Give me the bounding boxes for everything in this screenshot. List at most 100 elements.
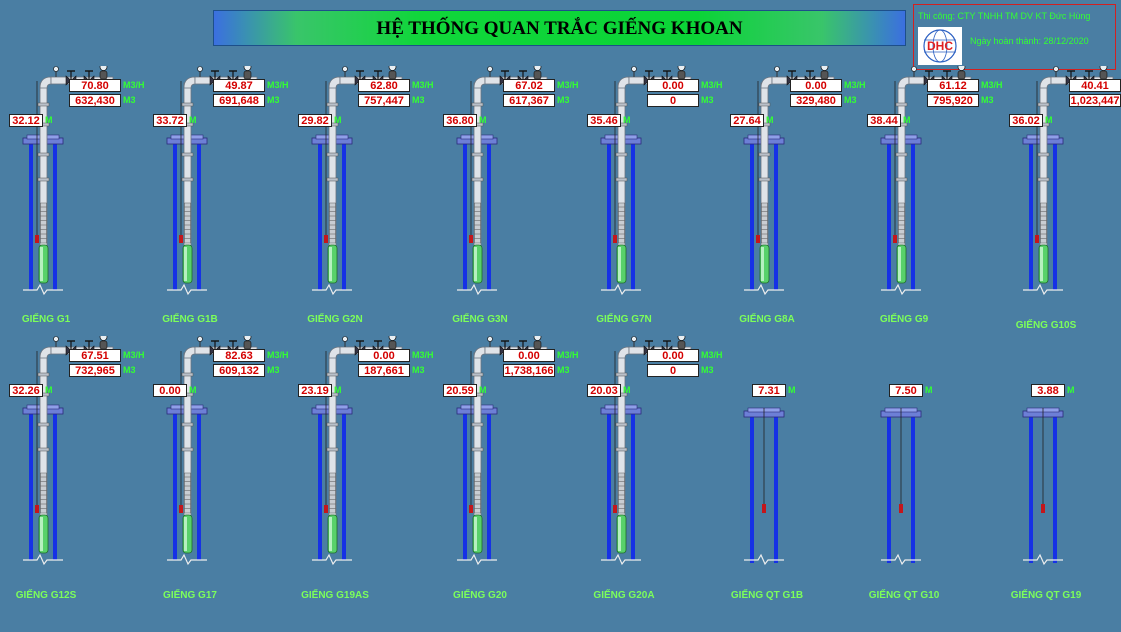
flow-rate-value: 0.00	[790, 79, 842, 92]
water-level-unit: M	[189, 115, 197, 125]
completion-date-text: Ngày hoàn thành: 28/12/2020	[970, 36, 1089, 46]
water-level-value: 20.03	[587, 384, 621, 397]
flow-rate-unit: M3/H	[701, 350, 723, 360]
well-name-label: GIẾNG QT G10	[868, 590, 940, 601]
total-volume-unit: M3	[557, 365, 570, 375]
flow-rate-unit: M3/H	[123, 80, 145, 90]
water-level-unit: M	[45, 385, 53, 395]
flow-rate-value: 70.80	[69, 79, 121, 92]
water-level-unit: M	[925, 385, 933, 395]
water-level-value: 7.50	[889, 384, 923, 397]
water-level-value: 33.72	[153, 114, 187, 127]
logo-text: DHC	[927, 39, 953, 53]
water-level-unit: M	[623, 115, 631, 125]
total-volume-value: 691,648	[213, 94, 265, 107]
water-level-value: 23.19	[298, 384, 332, 397]
total-volume-unit: M3	[267, 365, 280, 375]
well-name-label: GIẾNG QT G1B	[730, 590, 804, 601]
total-volume-value: 187,661	[358, 364, 410, 377]
total-volume-value: 1,023,447	[1069, 94, 1121, 107]
total-volume-unit: M3	[844, 95, 857, 105]
flow-rate-value: 0.00	[647, 349, 699, 362]
water-level-value: 32.26	[9, 384, 43, 397]
total-volume-value: 617,367	[503, 94, 555, 107]
flow-rate-unit: M3/H	[267, 80, 289, 90]
water-level-value: 0.00	[153, 384, 187, 397]
well-name-label: GIẾNG G1B	[162, 314, 218, 325]
total-volume-unit: M3	[267, 95, 280, 105]
flow-rate-value: 61.12	[927, 79, 979, 92]
water-level-unit: M	[1045, 115, 1053, 125]
water-level-unit: M	[479, 385, 487, 395]
total-volume-value: 609,132	[213, 364, 265, 377]
water-level-value: 38.44	[867, 114, 901, 127]
well-name-label: GIẾNG G8A	[739, 314, 795, 325]
total-volume-unit: M3	[412, 365, 425, 375]
water-level-unit: M	[903, 115, 911, 125]
total-volume-value: 732,965	[69, 364, 121, 377]
water-level-unit: M	[479, 115, 487, 125]
flow-rate-value: 0.00	[358, 349, 410, 362]
water-level-unit: M	[623, 385, 631, 395]
total-volume-unit: M3	[557, 95, 570, 105]
flow-rate-unit: M3/H	[412, 350, 434, 360]
total-volume-value: 757,447	[358, 94, 410, 107]
well-name-label: GIẾNG G10S	[1015, 320, 1077, 331]
water-level-value: 36.02	[1009, 114, 1043, 127]
well-name-label: GIẾNG G1	[21, 314, 71, 325]
flow-rate-unit: M3/H	[557, 80, 579, 90]
well-name-label: GIẾNG G9	[879, 314, 929, 325]
flow-rate-unit: M3/H	[701, 80, 723, 90]
monitoring-well-diagram	[880, 407, 922, 566]
total-volume-value: 795,920	[927, 94, 979, 107]
water-level-unit: M	[766, 115, 774, 125]
flow-rate-unit: M3/H	[412, 80, 434, 90]
flow-rate-unit: M3/H	[981, 80, 1003, 90]
water-level-value: 32.12	[9, 114, 43, 127]
total-volume-value: 0	[647, 364, 699, 377]
well-graphic	[1021, 336, 1121, 596]
company-logo: DHC	[918, 27, 962, 65]
flow-rate-value: 67.51	[69, 349, 121, 362]
water-level-unit: M	[788, 385, 796, 395]
water-level-value: 20.59	[443, 384, 477, 397]
title-bar: HỆ THỐNG QUAN TRẮC GIẾNG KHOAN	[213, 10, 906, 46]
flow-rate-unit: M3/H	[844, 80, 866, 90]
water-level-value: 35.46	[587, 114, 621, 127]
well-name-label: GIẾNG G20A	[593, 590, 655, 601]
contractor-text: Thi công: CTY TNHH TM DV KT Đức Hùng	[918, 11, 1091, 21]
info-panel: Thi công: CTY TNHH TM DV KT Đức Hùng DHC…	[913, 4, 1116, 70]
flow-rate-unit: M3/H	[267, 350, 289, 360]
page-title: HỆ THỐNG QUAN TRẮC GIẾNG KHOAN	[376, 18, 743, 39]
water-level-unit: M	[334, 115, 342, 125]
well-graphic	[879, 336, 1029, 596]
well-graphic	[742, 336, 892, 596]
well-name-label: GIẾNG G19AS	[301, 590, 369, 601]
total-volume-unit: M3	[701, 95, 714, 105]
flow-rate-value: 67.02	[503, 79, 555, 92]
water-level-unit: M	[1067, 385, 1075, 395]
total-volume-unit: M3	[981, 95, 994, 105]
well-name-label: GIẾNG G12S	[15, 590, 77, 601]
water-level-unit: M	[334, 385, 342, 395]
monitoring-well-diagram	[743, 407, 785, 566]
well-name-label: GIẾNG G2N	[307, 314, 363, 325]
well-name-label: GIẾNG G17	[163, 590, 217, 601]
well-name-label: GIẾNG G3N	[452, 314, 508, 325]
total-volume-unit: M3	[123, 365, 136, 375]
water-level-value: 29.82	[298, 114, 332, 127]
flow-rate-value: 49.87	[213, 79, 265, 92]
water-level-value: 3.88	[1031, 384, 1065, 397]
water-level-value: 36.80	[443, 114, 477, 127]
flow-rate-unit: M3/H	[557, 350, 579, 360]
total-volume-value: 632,430	[69, 94, 121, 107]
monitoring-well-diagram	[1022, 407, 1064, 566]
water-level-unit: M	[45, 115, 53, 125]
total-volume-unit: M3	[123, 95, 136, 105]
total-volume-value: 329,480	[790, 94, 842, 107]
flow-rate-value: 62.80	[358, 79, 410, 92]
well-name-label: GIẾNG QT G19	[1010, 590, 1082, 601]
total-volume-unit: M3	[701, 365, 714, 375]
flow-rate-value: 40.41	[1069, 79, 1121, 92]
water-level-value: 7.31	[752, 384, 786, 397]
